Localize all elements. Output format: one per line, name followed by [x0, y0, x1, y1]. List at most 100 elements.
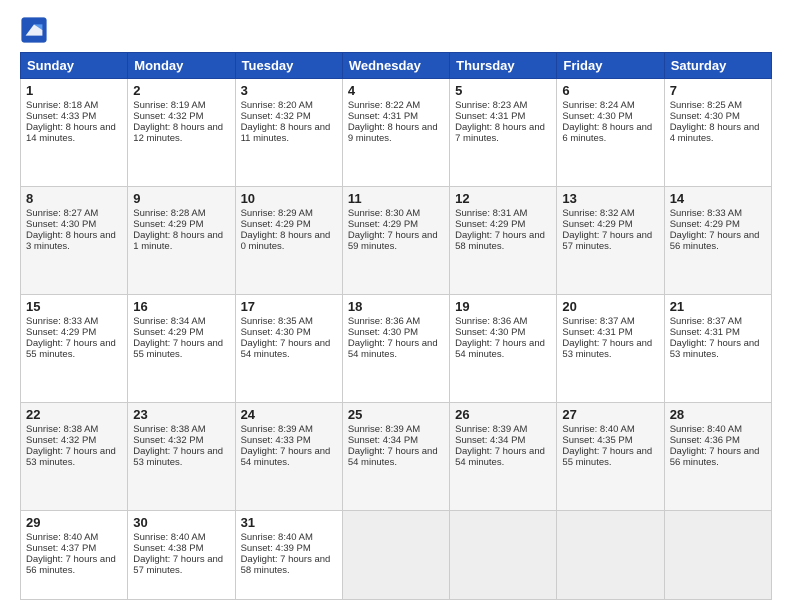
- sunrise-label: Sunrise: 8:39 AM: [455, 424, 527, 435]
- day-number: 24: [241, 407, 337, 422]
- sunset-label: Sunset: 4:29 PM: [562, 219, 632, 230]
- logo-icon: [20, 16, 48, 44]
- week-row-2: 8 Sunrise: 8:27 AM Sunset: 4:30 PM Dayli…: [21, 187, 772, 295]
- sunrise-label: Sunrise: 8:39 AM: [241, 424, 313, 435]
- day-number: 11: [348, 191, 444, 206]
- sunrise-label: Sunrise: 8:40 AM: [562, 424, 634, 435]
- calendar-cell: [664, 511, 771, 600]
- calendar-cell: 18 Sunrise: 8:36 AM Sunset: 4:30 PM Dayl…: [342, 295, 449, 403]
- day-number: 22: [26, 407, 122, 422]
- calendar-cell: 23 Sunrise: 8:38 AM Sunset: 4:32 PM Dayl…: [128, 403, 235, 511]
- daylight-label: Daylight: 8 hours and 14 minutes.: [26, 122, 116, 144]
- day-number: 16: [133, 299, 229, 314]
- daylight-label: Daylight: 7 hours and 58 minutes.: [455, 230, 545, 252]
- calendar-cell: [450, 511, 557, 600]
- day-number: 27: [562, 407, 658, 422]
- sunrise-label: Sunrise: 8:37 AM: [670, 316, 742, 327]
- calendar-cell: 15 Sunrise: 8:33 AM Sunset: 4:29 PM Dayl…: [21, 295, 128, 403]
- calendar-cell: 14 Sunrise: 8:33 AM Sunset: 4:29 PM Dayl…: [664, 187, 771, 295]
- sunset-label: Sunset: 4:34 PM: [348, 435, 418, 446]
- sunrise-label: Sunrise: 8:38 AM: [26, 424, 98, 435]
- sunrise-label: Sunrise: 8:25 AM: [670, 100, 742, 111]
- day-number: 5: [455, 83, 551, 98]
- day-number: 14: [670, 191, 766, 206]
- week-row-5: 29 Sunrise: 8:40 AM Sunset: 4:37 PM Dayl…: [21, 511, 772, 600]
- daylight-label: Daylight: 8 hours and 11 minutes.: [241, 122, 331, 144]
- header: [20, 16, 772, 44]
- daylight-label: Daylight: 7 hours and 55 minutes.: [26, 338, 116, 360]
- day-number: 25: [348, 407, 444, 422]
- daylight-label: Daylight: 7 hours and 57 minutes.: [562, 230, 652, 252]
- week-row-1: 1 Sunrise: 8:18 AM Sunset: 4:33 PM Dayli…: [21, 79, 772, 187]
- calendar-cell: 27 Sunrise: 8:40 AM Sunset: 4:35 PM Dayl…: [557, 403, 664, 511]
- weekday-header-monday: Monday: [128, 53, 235, 79]
- sunrise-label: Sunrise: 8:23 AM: [455, 100, 527, 111]
- calendar-cell: 8 Sunrise: 8:27 AM Sunset: 4:30 PM Dayli…: [21, 187, 128, 295]
- sunset-label: Sunset: 4:29 PM: [241, 219, 311, 230]
- calendar-cell: 3 Sunrise: 8:20 AM Sunset: 4:32 PM Dayli…: [235, 79, 342, 187]
- daylight-label: Daylight: 7 hours and 56 minutes.: [670, 446, 760, 468]
- sunrise-label: Sunrise: 8:40 AM: [241, 532, 313, 543]
- sunrise-label: Sunrise: 8:37 AM: [562, 316, 634, 327]
- sunset-label: Sunset: 4:30 PM: [562, 111, 632, 122]
- week-row-4: 22 Sunrise: 8:38 AM Sunset: 4:32 PM Dayl…: [21, 403, 772, 511]
- sunset-label: Sunset: 4:31 PM: [670, 327, 740, 338]
- day-number: 17: [241, 299, 337, 314]
- sunset-label: Sunset: 4:29 PM: [26, 327, 96, 338]
- day-number: 9: [133, 191, 229, 206]
- sunset-label: Sunset: 4:29 PM: [133, 327, 203, 338]
- sunset-label: Sunset: 4:31 PM: [455, 111, 525, 122]
- daylight-label: Daylight: 7 hours and 53 minutes.: [26, 446, 116, 468]
- sunset-label: Sunset: 4:37 PM: [26, 543, 96, 554]
- sunset-label: Sunset: 4:30 PM: [455, 327, 525, 338]
- daylight-label: Daylight: 7 hours and 53 minutes.: [562, 338, 652, 360]
- page: SundayMondayTuesdayWednesdayThursdayFrid…: [0, 0, 792, 612]
- calendar-cell: 11 Sunrise: 8:30 AM Sunset: 4:29 PM Dayl…: [342, 187, 449, 295]
- day-number: 30: [133, 515, 229, 530]
- sunrise-label: Sunrise: 8:29 AM: [241, 208, 313, 219]
- daylight-label: Daylight: 7 hours and 54 minutes.: [241, 446, 331, 468]
- sunset-label: Sunset: 4:32 PM: [133, 111, 203, 122]
- weekday-header-tuesday: Tuesday: [235, 53, 342, 79]
- daylight-label: Daylight: 7 hours and 56 minutes.: [26, 554, 116, 576]
- calendar-cell: 22 Sunrise: 8:38 AM Sunset: 4:32 PM Dayl…: [21, 403, 128, 511]
- day-number: 2: [133, 83, 229, 98]
- day-number: 29: [26, 515, 122, 530]
- weekday-header-saturday: Saturday: [664, 53, 771, 79]
- calendar-cell: 13 Sunrise: 8:32 AM Sunset: 4:29 PM Dayl…: [557, 187, 664, 295]
- daylight-label: Daylight: 7 hours and 59 minutes.: [348, 230, 438, 252]
- daylight-label: Daylight: 7 hours and 54 minutes.: [241, 338, 331, 360]
- calendar-cell: 16 Sunrise: 8:34 AM Sunset: 4:29 PM Dayl…: [128, 295, 235, 403]
- week-row-3: 15 Sunrise: 8:33 AM Sunset: 4:29 PM Dayl…: [21, 295, 772, 403]
- day-number: 23: [133, 407, 229, 422]
- daylight-label: Daylight: 7 hours and 55 minutes.: [562, 446, 652, 468]
- weekday-header-row: SundayMondayTuesdayWednesdayThursdayFrid…: [21, 53, 772, 79]
- day-number: 3: [241, 83, 337, 98]
- sunset-label: Sunset: 4:36 PM: [670, 435, 740, 446]
- sunset-label: Sunset: 4:31 PM: [348, 111, 418, 122]
- sunset-label: Sunset: 4:30 PM: [670, 111, 740, 122]
- sunset-label: Sunset: 4:33 PM: [241, 435, 311, 446]
- calendar-table: SundayMondayTuesdayWednesdayThursdayFrid…: [20, 52, 772, 600]
- logo-area: [20, 16, 52, 44]
- daylight-label: Daylight: 8 hours and 3 minutes.: [26, 230, 116, 252]
- daylight-label: Daylight: 8 hours and 4 minutes.: [670, 122, 760, 144]
- daylight-label: Daylight: 7 hours and 54 minutes.: [455, 446, 545, 468]
- sunrise-label: Sunrise: 8:40 AM: [133, 532, 205, 543]
- sunset-label: Sunset: 4:34 PM: [455, 435, 525, 446]
- sunset-label: Sunset: 4:29 PM: [670, 219, 740, 230]
- sunrise-label: Sunrise: 8:40 AM: [26, 532, 98, 543]
- calendar-cell: 30 Sunrise: 8:40 AM Sunset: 4:38 PM Dayl…: [128, 511, 235, 600]
- daylight-label: Daylight: 8 hours and 1 minute.: [133, 230, 223, 252]
- sunrise-label: Sunrise: 8:33 AM: [26, 316, 98, 327]
- daylight-label: Daylight: 8 hours and 0 minutes.: [241, 230, 331, 252]
- daylight-label: Daylight: 8 hours and 6 minutes.: [562, 122, 652, 144]
- sunrise-label: Sunrise: 8:20 AM: [241, 100, 313, 111]
- calendar-cell: 5 Sunrise: 8:23 AM Sunset: 4:31 PM Dayli…: [450, 79, 557, 187]
- sunrise-label: Sunrise: 8:28 AM: [133, 208, 205, 219]
- calendar-cell: 25 Sunrise: 8:39 AM Sunset: 4:34 PM Dayl…: [342, 403, 449, 511]
- calendar-cell: 1 Sunrise: 8:18 AM Sunset: 4:33 PM Dayli…: [21, 79, 128, 187]
- weekday-header-wednesday: Wednesday: [342, 53, 449, 79]
- sunrise-label: Sunrise: 8:18 AM: [26, 100, 98, 111]
- daylight-label: Daylight: 7 hours and 54 minutes.: [348, 446, 438, 468]
